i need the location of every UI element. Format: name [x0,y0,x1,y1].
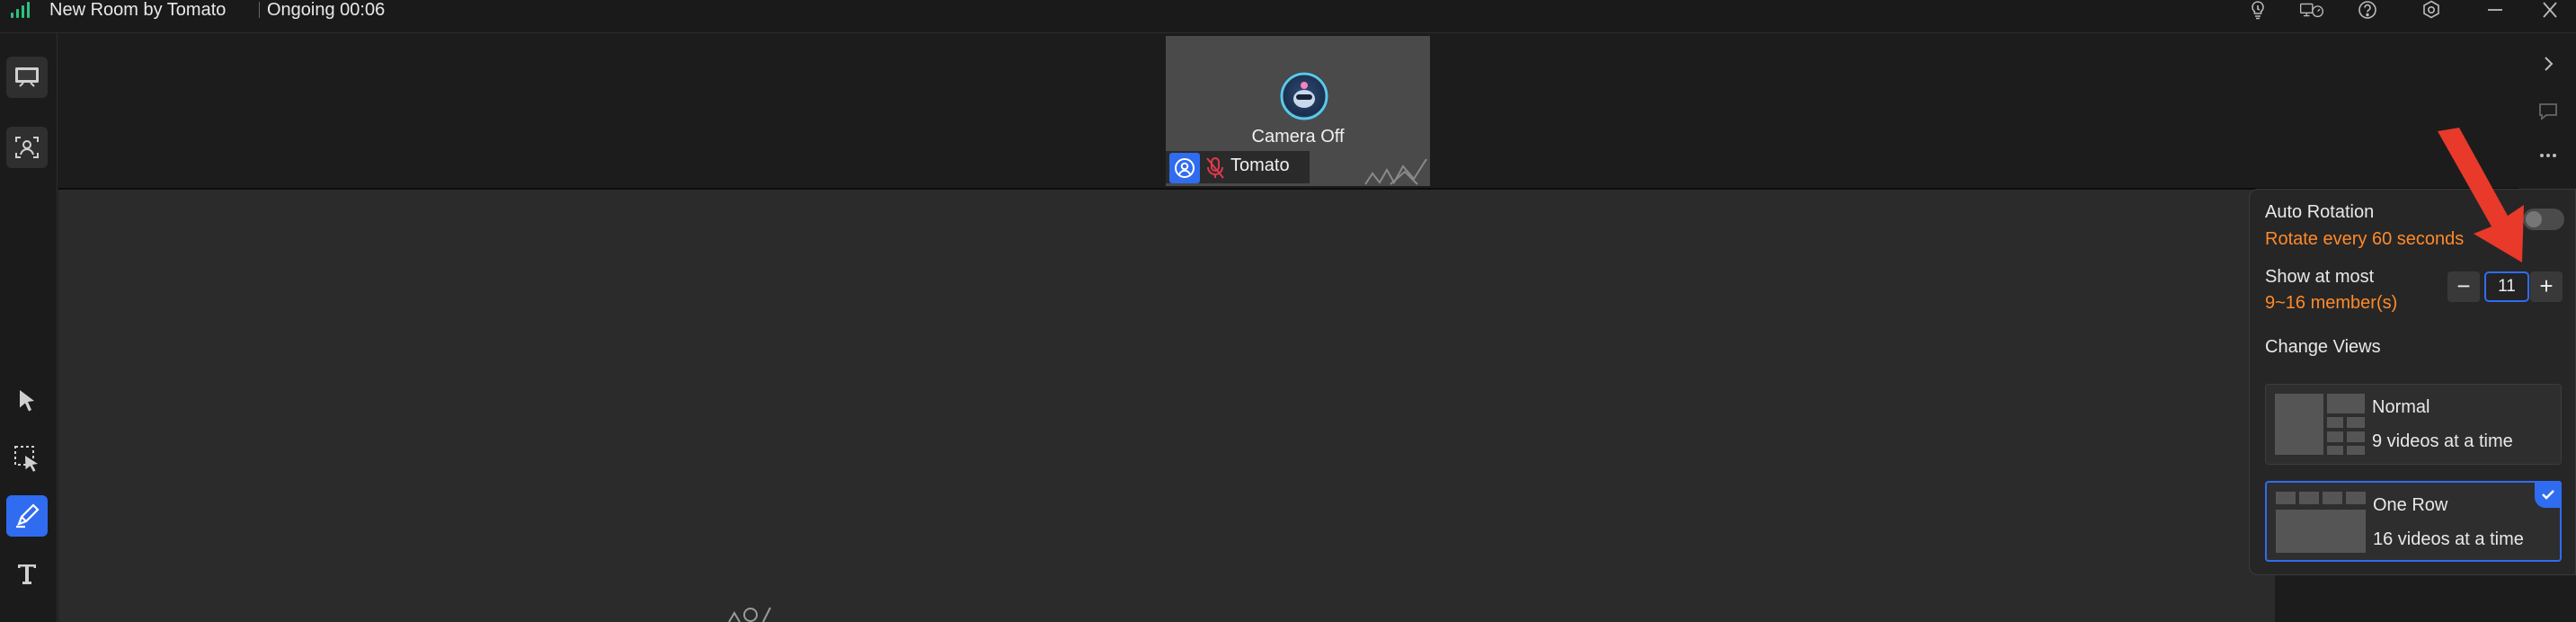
view-option-normal[interactable]: Normal 9 videos at a time [2265,384,2562,465]
annotation-arrow-icon [2438,128,2524,262]
auto-rotation-hint: Rotate every 60 seconds [2265,229,2465,249]
close-icon[interactable] [2537,0,2563,20]
show-at-most-label: Show at most [2265,267,2375,287]
view-title: One Row [2373,495,2448,515]
mic-off-icon[interactable] [1205,156,1225,180]
view-description: 9 videos at a time [2372,431,2513,451]
screen-speed-icon[interactable] [2299,0,2324,20]
grid-layout-icon [2275,394,2365,455]
participant-share-icon [15,137,39,158]
participant-bar: Tomato [1166,151,1310,183]
participant-name: Tomato [1230,156,1290,175]
text-button[interactable] [6,553,48,594]
help-icon[interactable] [2355,0,2380,20]
member-count-stepper: − 11 + [2447,271,2564,302]
checkmark-icon [2535,481,2562,508]
video-strip: Camera Off Tomato [58,34,2518,190]
meeting-status: Ongoing 00:06 [267,0,386,20]
lightbulb-icon[interactable] [2245,0,2270,20]
view-option-one-row[interactable]: One Row 16 videos at a time [2265,481,2562,562]
user-icon [1169,153,1200,183]
participant-share-button[interactable] [6,127,48,168]
select-cursor-button[interactable] [6,380,48,422]
view-description: 16 videos at a time [2373,529,2524,549]
settings-icon[interactable] [2419,0,2444,20]
select-cursor-icon [20,390,34,412]
left-toolbar [0,33,58,622]
avatar [1280,72,1328,120]
camera-off-label: Camera Off [1251,127,1345,147]
chat-icon[interactable] [2535,97,2562,124]
window-title: New Room by Tomato [49,0,227,20]
minimize-icon[interactable] [2483,0,2508,20]
text-icon [18,564,36,584]
whiteboard-icon [15,67,39,87]
auto-rotation-label: Auto Rotation [2265,202,2375,222]
decrement-button[interactable]: − [2447,271,2480,302]
increment-button[interactable]: + [2530,271,2563,302]
view-title: Normal [2372,397,2430,417]
video-tile[interactable]: Camera Off Tomato [1166,36,1430,186]
chevron-right-icon[interactable] [2535,50,2562,77]
pen-icon [16,503,40,529]
area-select-icon [14,446,38,472]
member-range-hint: 9~16 member(s) [2265,293,2398,313]
change-views-label: Change Views [2265,337,2381,357]
one-row-layout-icon [2276,492,2366,553]
drawing-stroke [1364,158,1427,185]
pen-button[interactable] [6,495,48,537]
signal-icon [11,2,34,18]
drawing-stroke [728,607,771,622]
area-select-button[interactable] [6,438,48,479]
member-count-input[interactable]: 11 [2484,271,2529,302]
whiteboard-button[interactable] [6,57,48,98]
whiteboard-canvas[interactable] [58,190,2275,622]
title-divider [259,2,260,18]
title-bar: New Room by Tomato Ongoing 00:06 [0,0,2576,33]
